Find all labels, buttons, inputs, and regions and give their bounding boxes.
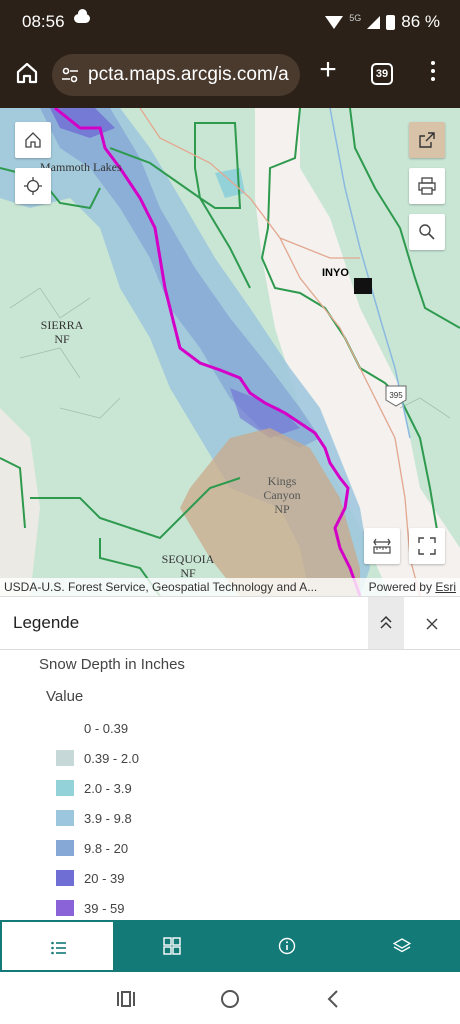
map-canvas — [0, 108, 460, 596]
map-view[interactable]: Mammoth Lakes INYO SIERRA NF Kings Canyo… — [0, 108, 460, 596]
share-button[interactable] — [409, 122, 445, 158]
legend-item: 0 - 0.39 — [56, 718, 128, 738]
legend-swatch — [56, 870, 74, 886]
tab-legend[interactable] — [0, 920, 115, 972]
recents-icon[interactable] — [115, 988, 137, 1010]
chevrons-up-icon — [380, 615, 392, 629]
battery-level: 86 % — [401, 12, 440, 31]
legend-item: 2.0 - 3.9 — [56, 778, 132, 798]
tab-switcher-button[interactable]: 39 — [371, 63, 393, 85]
battery-icon — [386, 14, 396, 30]
cloud-icon — [74, 9, 90, 23]
menu-dot — [431, 69, 435, 73]
url-bar[interactable]: pcta.maps.arcgis.com/a — [52, 54, 300, 96]
printer-icon — [418, 177, 436, 195]
browser-menu-button[interactable] — [426, 57, 440, 91]
status-time: 08:56 — [22, 12, 65, 31]
legend-item-label: 39 - 59 — [84, 900, 125, 916]
site-settings-icon[interactable] — [62, 67, 78, 83]
info-icon — [278, 937, 296, 955]
map-label-sierra: SIERRA NF — [40, 318, 84, 346]
network-type: 5G — [349, 13, 362, 23]
status-bar: 08:56 5G 86 % — [0, 0, 460, 44]
status-icons: 5G 86 % — [325, 12, 440, 32]
new-tab-button[interactable]: + — [314, 55, 342, 85]
ruler-icon — [373, 538, 391, 554]
wifi-icon — [325, 15, 344, 29]
menu-dot — [431, 61, 435, 65]
browser-toolbar: pcta.maps.arcgis.com/a + 39 — [0, 44, 460, 108]
legend-item-label: 0 - 0.39 — [84, 720, 129, 736]
legend-item: 39 - 59 — [56, 898, 124, 918]
facility-icon — [354, 278, 372, 294]
legend-header: Legende — [0, 596, 460, 650]
print-button[interactable] — [409, 168, 445, 204]
home-icon[interactable] — [219, 988, 241, 1010]
legend-swatch — [56, 780, 74, 796]
menu-dot — [431, 77, 435, 81]
legend-field-name: Value — [46, 688, 84, 705]
legend-swatch — [56, 810, 74, 826]
expand-icon — [418, 537, 436, 555]
legend-swatch — [56, 900, 74, 916]
attribution-text: USDA-U.S. Forest Service, Geospatial Tec… — [4, 580, 318, 594]
legend-item: 0.39 - 2.0 — [56, 748, 139, 768]
system-nav-bar — [0, 972, 460, 1024]
home-icon — [16, 62, 38, 84]
browser-home-button[interactable] — [10, 56, 44, 90]
measure-button[interactable] — [364, 528, 400, 564]
legend-title: Legende — [13, 613, 80, 632]
legend-item-label: 3.9 - 9.8 — [84, 810, 132, 826]
close-button[interactable] — [418, 611, 446, 637]
tab-info[interactable] — [230, 920, 345, 972]
powered-by: Powered by Esri — [369, 580, 456, 594]
powered-by-text: Powered by — [368, 580, 432, 594]
legend-item: 9.8 - 20 — [56, 838, 128, 858]
map-label-kings-canyon: Kings Canyon NP — [263, 474, 301, 516]
legend-item-label: 2.0 - 3.9 — [84, 780, 132, 796]
panel-tab-bar — [0, 920, 460, 972]
legend-layer-name: Snow Depth in Inches — [39, 656, 185, 673]
list-icon — [51, 941, 66, 955]
home-icon — [25, 132, 41, 148]
locate-button[interactable] — [15, 168, 51, 204]
legend-item: 20 - 39 — [56, 868, 124, 888]
signal-icon — [367, 15, 381, 29]
legend-item-label: 20 - 39 — [84, 870, 125, 886]
search-button[interactable] — [409, 214, 445, 250]
legend-item-label: 9.8 - 20 — [84, 840, 129, 856]
fullscreen-button[interactable] — [409, 528, 445, 564]
map-label-inyo: INYO — [322, 267, 349, 279]
map-attribution: USDA-U.S. Forest Service, Geospatial Tec… — [0, 578, 460, 596]
tab-layers[interactable] — [345, 920, 460, 972]
crosshair-icon — [24, 177, 42, 195]
share-icon — [419, 132, 435, 148]
map-label-sequoia: SEQUOIA NF — [161, 552, 215, 580]
tab-basemap[interactable] — [115, 920, 230, 972]
legend-swatch — [56, 720, 74, 736]
default-extent-button[interactable] — [15, 122, 51, 158]
back-icon[interactable] — [322, 988, 344, 1010]
legend-item: 3.9 - 9.8 — [56, 808, 132, 828]
close-icon — [426, 618, 438, 630]
highway-shield-label: 395 — [389, 391, 403, 400]
collapse-button[interactable] — [368, 597, 404, 649]
legend-swatch — [56, 840, 74, 856]
url-text: pcta.maps.arcgis.com/a — [88, 64, 289, 85]
search-icon — [419, 224, 435, 240]
legend-content: Snow Depth in Inches Value 0 - 0.39 0.39… — [0, 650, 460, 920]
esri-link[interactable]: Esri — [435, 580, 456, 594]
map-label-mammoth: Mammoth Lakes — [40, 160, 122, 174]
layers-icon — [393, 938, 411, 953]
legend-item-label: 0.39 - 2.0 — [84, 750, 139, 766]
basemap-gallery-icon — [163, 937, 181, 955]
legend-swatch — [56, 750, 74, 766]
